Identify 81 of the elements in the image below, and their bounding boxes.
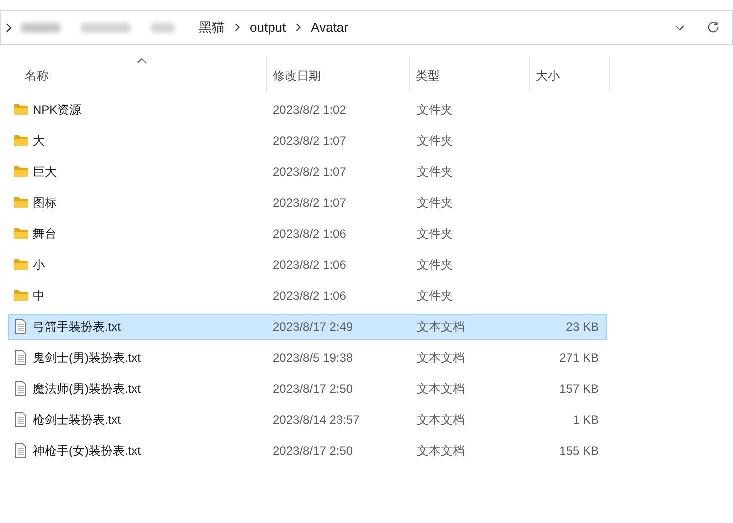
file-row[interactable]: 枪剑士装扮表.txt 2023/8/14 23:57 文本文档 1 KB — [8, 407, 607, 433]
file-type: 文本文档 — [417, 319, 466, 336]
path-segment[interactable]: Avatar — [311, 18, 348, 38]
file-row[interactable]: 图标 2023/8/2 1:07 文件夹 — [8, 190, 607, 216]
path-segment[interactable]: 黑猫 — [199, 18, 225, 38]
modified-date: 2023/8/2 1:06 — [273, 226, 348, 243]
file-name: 图标 — [33, 195, 58, 212]
modified-date: 2023/8/2 1:07 — [273, 164, 348, 181]
file-name: NPK资源 — [33, 102, 83, 119]
file-name: 大 — [33, 133, 46, 150]
chevron-right-icon — [5, 22, 13, 32]
column-header[interactable]: 类型 — [410, 56, 530, 92]
file-type: 文件夹 — [417, 288, 454, 305]
modified-date: 2023/8/17 2:50 — [273, 381, 354, 398]
modified-date: 2023/8/5 19:38 — [273, 350, 354, 367]
file-row[interactable]: NPK资源 2023/8/2 1:02 文件夹 — [8, 97, 607, 123]
modified-date: 2023/8/2 1:06 — [273, 257, 348, 274]
file-type: 文件夹 — [417, 102, 454, 119]
modified-date: 2023/8/2 1:06 — [273, 288, 348, 305]
modified-date: 2023/8/2 1:07 — [273, 133, 348, 150]
file-type: 文件夹 — [417, 257, 454, 274]
file-name: 舞台 — [33, 226, 58, 243]
path-segment[interactable]: output — [250, 18, 286, 38]
file-name: 中 — [33, 288, 46, 305]
document-icon — [13, 443, 29, 459]
folder-icon — [13, 195, 29, 211]
modified-date: 2023/8/2 1:07 — [273, 195, 348, 212]
column-header[interactable]: 修改日期 — [267, 56, 410, 92]
file-row[interactable]: 神枪手(女)装扮表.txt 2023/8/17 2:50 文本文档 155 KB — [8, 438, 607, 464]
file-type: 文件夹 — [417, 195, 454, 212]
file-name: 鬼剑士(男)装扮表.txt — [33, 350, 142, 367]
file-row[interactable]: 小 2023/8/2 1:06 文件夹 — [8, 252, 607, 278]
file-row[interactable]: 舞台 2023/8/2 1:06 文件夹 — [8, 221, 607, 247]
folder-icon — [13, 164, 29, 180]
refresh-icon[interactable] — [707, 21, 720, 34]
file-row[interactable]: 中 2023/8/2 1:06 文件夹 — [8, 283, 607, 309]
file-size: 1 KB — [572, 412, 599, 429]
modified-date: 2023/8/2 1:02 — [273, 102, 348, 119]
file-type: 文件夹 — [417, 226, 454, 243]
file-type: 文本文档 — [417, 412, 466, 429]
folder-icon — [13, 133, 29, 149]
file-type: 文件夹 — [417, 164, 454, 181]
file-row[interactable]: 巨大 2023/8/2 1:07 文件夹 — [8, 159, 607, 185]
chevron-down-icon[interactable] — [675, 24, 685, 30]
file-size: 271 KB — [558, 350, 599, 367]
file-name: 枪剑士装扮表.txt — [33, 412, 122, 429]
column-header[interactable]: 名称 — [0, 56, 267, 92]
document-icon — [13, 412, 29, 428]
blurred-path-segment — [81, 22, 131, 32]
file-name: 神枪手(女)装扮表.txt — [33, 443, 142, 460]
address-bar[interactable]: 黑猫 output Avatar — [0, 10, 733, 45]
chevron-right-icon — [234, 23, 241, 32]
file-type: 文件夹 — [417, 133, 454, 150]
file-type: 文本文档 — [417, 443, 466, 460]
chevron-right-icon — [295, 23, 302, 32]
file-name: 魔法师(男)装扮表.txt — [33, 381, 142, 398]
document-icon — [13, 381, 29, 397]
blurred-path-segment — [21, 22, 61, 32]
file-size: 157 KB — [558, 381, 599, 398]
file-name: 小 — [33, 257, 46, 274]
file-row[interactable]: 大 2023/8/2 1:07 文件夹 — [8, 128, 607, 154]
file-size: 155 KB — [558, 443, 599, 460]
folder-icon — [13, 226, 29, 242]
file-name: 弓箭手装扮表.txt — [33, 319, 122, 336]
file-row[interactable]: 弓箭手装扮表.txt 2023/8/17 2:49 文本文档 23 KB — [8, 314, 607, 340]
modified-date: 2023/8/14 23:57 — [273, 412, 361, 429]
modified-date: 2023/8/17 2:49 — [273, 319, 354, 336]
file-size: 23 KB — [565, 319, 599, 336]
folder-icon — [13, 257, 29, 273]
file-type: 文本文档 — [417, 381, 466, 398]
file-row[interactable]: 鬼剑士(男)装扮表.txt 2023/8/5 19:38 文本文档 271 KB — [8, 345, 607, 371]
file-name: 巨大 — [33, 164, 58, 181]
file-type: 文本文档 — [417, 350, 466, 367]
column-header[interactable]: 大小 — [530, 56, 610, 92]
blurred-path-segment — [151, 22, 175, 32]
folder-icon — [13, 102, 29, 118]
folder-icon — [13, 288, 29, 304]
document-icon — [13, 319, 29, 335]
modified-date: 2023/8/17 2:50 — [273, 443, 354, 460]
file-row[interactable]: 魔法师(男)装扮表.txt 2023/8/17 2:50 文本文档 157 KB — [8, 376, 607, 402]
document-icon — [13, 350, 29, 366]
